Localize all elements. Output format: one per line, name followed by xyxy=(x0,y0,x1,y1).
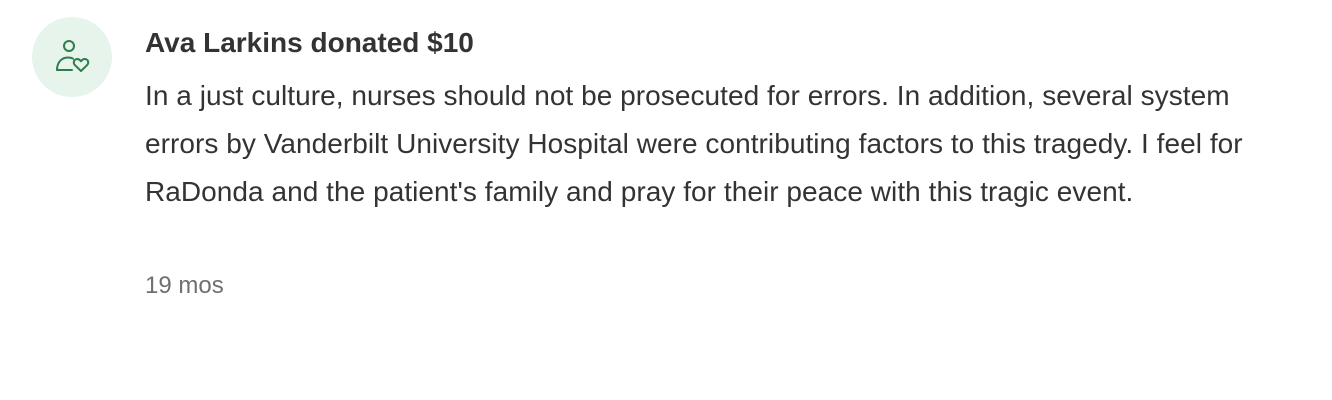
donation-comment: Ava Larkins donated $10 In a just cultur… xyxy=(0,0,1332,400)
donor-name-amount: Ava Larkins donated $10 xyxy=(145,27,474,58)
comment-body: Ava Larkins donated $10 In a just cultur… xyxy=(145,23,1305,302)
comment-message: In a just culture, nurses should not be … xyxy=(145,80,1243,207)
person-heart-icon xyxy=(56,40,90,72)
avatar xyxy=(32,17,112,97)
timestamp: 19 mos xyxy=(145,272,224,299)
